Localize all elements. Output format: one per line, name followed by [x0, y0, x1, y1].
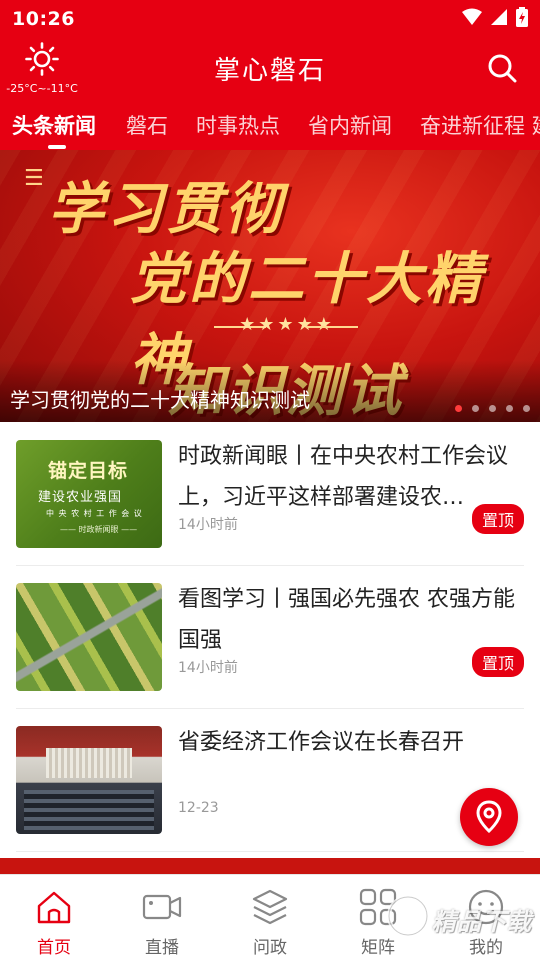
- status-bar: 10:26: [0, 0, 540, 38]
- carousel-dot[interactable]: [489, 405, 496, 412]
- news-timestamp: 14小时前: [178, 517, 238, 533]
- news-thumbnail: [16, 583, 162, 691]
- tab-current-affairs[interactable]: 时事热点: [196, 110, 280, 140]
- category-tabs: 头条新闻 磐石 时事热点 省内新闻 奋进新征程 建: [0, 100, 540, 150]
- news-list-item[interactable]: 锚定目标 建设农业强国 中 央 农 村 工 作 会 议 —— 时政新闻眼 —— …: [16, 424, 524, 566]
- news-list-item[interactable]: 看图学习丨强国必先强农 农强方能国强 14小时前 置顶: [16, 567, 524, 709]
- system-icons: [462, 7, 528, 31]
- thumbnail-stage: [46, 748, 132, 778]
- nav-home[interactable]: 首页: [0, 875, 108, 960]
- news-timestamp: 14小时前: [178, 660, 238, 676]
- location-button[interactable]: [460, 788, 518, 846]
- news-timestamp: 12-23: [178, 800, 219, 816]
- watermark: 精品下载: [386, 880, 538, 952]
- home-icon: [34, 887, 74, 927]
- tab-headlines[interactable]: 头条新闻: [12, 110, 96, 140]
- app-header: -25°C~-11°C 掌心磐石: [0, 38, 540, 100]
- news-headline[interactable]: 看图学习丨强国必先强农 农强方能国强: [178, 579, 524, 661]
- layers-icon: [250, 887, 290, 927]
- nav-inquiry[interactable]: 问政: [216, 875, 324, 960]
- nav-label: 问政: [253, 938, 287, 958]
- wifi-icon: [462, 8, 482, 30]
- pinned-badge: 置顶: [471, 504, 524, 534]
- thumbnail-audience: [24, 790, 154, 830]
- battery-icon: [516, 7, 528, 31]
- news-thumbnail: [16, 726, 162, 834]
- banner-divider-right: [306, 326, 358, 328]
- app-title: 掌心磐石: [213, 56, 326, 86]
- carousel-dot-active[interactable]: [455, 405, 462, 412]
- banner-line-1: 学习贯彻: [48, 176, 284, 242]
- news-list-item[interactable]: 省委经济工作会议在长春召开 12-23: [16, 710, 524, 852]
- signal-icon: [490, 8, 508, 30]
- banner-stars: ★★★★★: [239, 314, 335, 335]
- status-time: 10:26: [12, 8, 75, 30]
- location-pin-icon: [460, 800, 518, 850]
- thumbnail-text-subtitle: 建设农业强国: [38, 490, 123, 505]
- search-icon: [486, 54, 518, 88]
- thumbnail-text-column: —— 时政新闻眼 ——: [60, 525, 138, 534]
- nav-live[interactable]: 直播: [108, 875, 216, 960]
- nav-label: 首页: [37, 938, 71, 958]
- carousel-dot[interactable]: [472, 405, 479, 412]
- pinned-badge: 置顶: [471, 647, 524, 677]
- thumbnail-text-conference: 中 央 农 村 工 作 会 议: [46, 509, 143, 518]
- app-screen: 10:26 -25°C~-11°C 掌心磐石 头条新闻 磐石 时事热点 省内新闻…: [0, 0, 540, 960]
- tab-provincial-news[interactable]: 省内新闻: [308, 110, 392, 140]
- search-button[interactable]: [486, 52, 518, 84]
- banner-menu-mark-icon: ☰: [24, 166, 44, 191]
- tab-new-journey[interactable]: 奋进新征程 建: [420, 110, 540, 140]
- thumbnail-text-title: 锚定目标: [48, 460, 129, 482]
- video-camera-icon: [142, 887, 182, 927]
- carousel-dot[interactable]: [523, 405, 530, 412]
- carousel-dot[interactable]: [506, 405, 513, 412]
- watermark-text: 精品下载: [432, 908, 532, 936]
- news-thumbnail: 锚定目标 建设农业强国 中 央 农 村 工 作 会 议 —— 时政新闻眼 ——: [16, 440, 162, 548]
- tab-panshi[interactable]: 磐石: [126, 110, 168, 140]
- active-tab-indicator: [48, 145, 66, 149]
- news-headline[interactable]: 省委经济工作会议在长春召开: [178, 722, 524, 763]
- news-headline[interactable]: 时政新闻眼丨在中央农村工作会议上，习近平这样部署建设农…: [178, 436, 524, 518]
- carousel-indicator: [455, 405, 530, 412]
- nav-label: 直播: [145, 938, 179, 958]
- banner-caption: 学习贯彻党的二十大精神知识测试: [10, 388, 310, 412]
- banner-carousel[interactable]: ☰ 学习贯彻 党的二十大精神 ★★★★★ 知识测试 学习贯彻党的二十大精神知识测…: [0, 150, 540, 422]
